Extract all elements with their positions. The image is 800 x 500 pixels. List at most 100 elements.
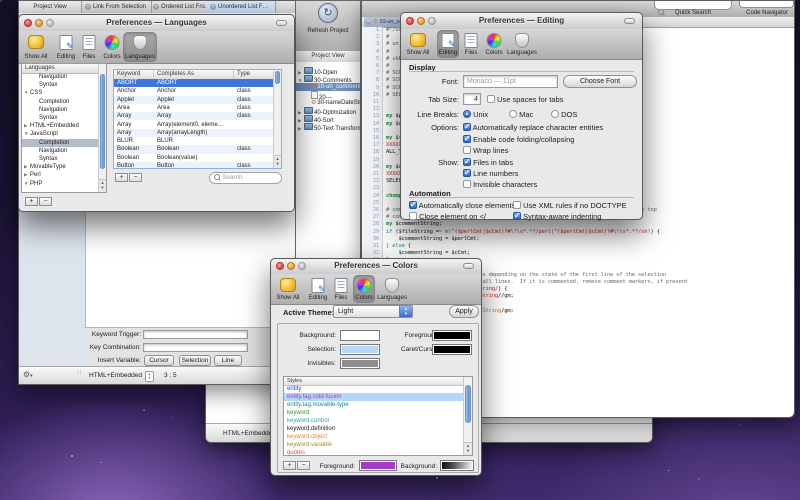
insert-cursor-button[interactable]: Cursor bbox=[144, 355, 174, 366]
language-list-item[interactable]: ▼PHP bbox=[22, 180, 98, 188]
tree-item[interactable]: ▶40-Sort bbox=[296, 115, 360, 123]
style-list-item[interactable]: entity bbox=[284, 385, 463, 393]
close-tab-icon[interactable]: × bbox=[153, 4, 159, 10]
toolbar-pill-button[interactable] bbox=[624, 18, 635, 24]
close-tab-icon[interactable]: × bbox=[366, 20, 371, 25]
choose-font-button[interactable]: Choose Font bbox=[563, 75, 637, 88]
column-header[interactable]: Keyword bbox=[114, 70, 154, 79]
column-header[interactable]: Completes As bbox=[154, 70, 234, 79]
styles-scrollbar[interactable]: ▲▼ bbox=[463, 377, 472, 455]
automation-checkbox[interactable]: Syntax-aware indenting bbox=[513, 212, 601, 221]
language-list-item[interactable]: ▼CSS bbox=[22, 89, 98, 97]
style-list-item[interactable]: keyword.object bbox=[284, 433, 463, 441]
gear-menu-icon[interactable]: ⚙▾ bbox=[23, 370, 33, 379]
tree-item[interactable]: ⚙30-nameDateStr bbox=[296, 99, 360, 107]
prefs-toolbar-item-languages[interactable]: Languages bbox=[123, 32, 157, 62]
caretcursor-swatch[interactable] bbox=[432, 344, 472, 355]
option-checkbox[interactable]: Wrap lines bbox=[463, 146, 508, 155]
tree-item[interactable]: 20--- bbox=[296, 91, 360, 99]
show-checkbox[interactable]: Files in tabs bbox=[463, 158, 513, 167]
languages-list-scrollbar[interactable]: ▲▼ bbox=[98, 64, 106, 192]
remove-language-button[interactable]: − bbox=[39, 197, 52, 206]
line-break-radio-unix[interactable]: Unix bbox=[463, 110, 488, 119]
toolbar-pill-button[interactable] bbox=[276, 20, 287, 26]
style-list-item[interactable]: entity.tag.cold-fusion bbox=[284, 393, 463, 401]
document-tab[interactable]: ×Link From Selection bbox=[81, 1, 152, 13]
style-list-item[interactable]: keyword.definition bbox=[284, 425, 463, 433]
scrollbar-arrows[interactable]: ▲▼ bbox=[274, 155, 281, 168]
option-checkbox[interactable]: Automatically replace character entities bbox=[463, 123, 603, 132]
language-list-item[interactable]: Syntax bbox=[22, 81, 98, 89]
document-tab[interactable]: ×Ordered List Fro… bbox=[149, 1, 209, 13]
tree-item[interactable]: ⚙10-un_comment bbox=[296, 83, 360, 91]
automation-checkbox[interactable]: Automatically close elements bbox=[409, 201, 515, 210]
document-tab[interactable]: ×Unordered List F… bbox=[206, 1, 276, 13]
style-foreground-swatch[interactable] bbox=[359, 460, 397, 471]
table-row[interactable]: AreaAreaclass bbox=[114, 104, 273, 112]
syntax-mode-popup[interactable]: HTML+Embedded▴▾ bbox=[89, 371, 154, 382]
line-break-radio-mac[interactable]: Mac bbox=[509, 110, 533, 119]
table-row[interactable]: AnchorAnchorclass bbox=[114, 87, 273, 95]
scrollbar-thumb[interactable] bbox=[465, 385, 471, 423]
add-language-button[interactable]: + bbox=[25, 197, 38, 206]
prefs-toolbar-item-showall[interactable]: Show All bbox=[21, 32, 51, 62]
show-checkbox[interactable]: Invisible characters bbox=[463, 180, 537, 189]
column-header[interactable]: Type bbox=[234, 70, 275, 79]
style-list-item[interactable]: keyword bbox=[284, 409, 463, 417]
apply-button[interactable]: Apply bbox=[449, 305, 479, 318]
style-list-item[interactable]: entity.tag.movable-type bbox=[284, 401, 463, 409]
line-break-radio-dos[interactable]: DOS bbox=[551, 110, 577, 119]
tree-item[interactable]: ▶40-Optimization bbox=[296, 107, 360, 115]
scrollbar-thumb[interactable] bbox=[275, 71, 280, 84]
style-list-item[interactable]: keyword.control bbox=[284, 417, 463, 425]
option-checkbox[interactable]: Enable code folding/collapsing bbox=[463, 135, 574, 144]
invisibles-swatch[interactable] bbox=[340, 358, 380, 369]
remove-keyword-button[interactable]: − bbox=[129, 173, 142, 182]
language-list-item[interactable]: ▶Perl bbox=[22, 171, 98, 179]
scrollbar-arrows[interactable]: ▲▼ bbox=[99, 179, 106, 192]
table-row[interactable]: ArrayArray(arrayLength) bbox=[114, 129, 273, 137]
prefs-toolbar-item-showall[interactable]: Show All bbox=[403, 30, 433, 58]
language-list-item[interactable]: Navigation bbox=[22, 106, 98, 114]
scrollbar-arrows[interactable]: ▲▼ bbox=[464, 442, 472, 455]
add-keyword-button[interactable]: + bbox=[115, 173, 128, 182]
tree-item[interactable]: ▼30-Comments bbox=[296, 75, 360, 83]
style-list-item[interactable]: quotes bbox=[284, 449, 463, 455]
pane-splitter-grip[interactable]: ⁞⁞ bbox=[77, 370, 82, 376]
language-list-item[interactable]: Navigation bbox=[22, 73, 98, 81]
foreground-swatch[interactable] bbox=[432, 330, 472, 341]
scrollbar-thumb[interactable] bbox=[100, 74, 105, 169]
close-tab-icon[interactable]: × bbox=[85, 4, 91, 10]
style-background-swatch[interactable] bbox=[440, 460, 474, 471]
table-row[interactable]: ABORTABORT bbox=[114, 79, 273, 87]
refresh-project-button[interactable]: ↻ Refresh Project bbox=[296, 1, 360, 49]
key-combination-input[interactable] bbox=[143, 343, 248, 352]
language-list-item[interactable]: Completion bbox=[22, 139, 98, 147]
code-navigator-button[interactable] bbox=[739, 1, 794, 8]
toolbar-pill-button[interactable] bbox=[463, 263, 474, 269]
table-row[interactable]: BooleanBooleanclass bbox=[114, 145, 273, 153]
selection-swatch[interactable] bbox=[340, 344, 380, 355]
style-list-item[interactable]: keyword.variable bbox=[284, 441, 463, 449]
background-swatch[interactable] bbox=[340, 330, 380, 341]
language-list-item[interactable]: Syntax bbox=[22, 155, 98, 163]
tree-item[interactable]: ▶10-Open bbox=[296, 67, 360, 75]
keyword-search-field[interactable]: Search bbox=[209, 172, 282, 184]
table-row[interactable]: BooleanBoolean(value) bbox=[114, 154, 273, 162]
language-list-item[interactable]: Navigation bbox=[22, 147, 98, 155]
tab-size-field[interactable]: 4 bbox=[463, 93, 481, 105]
prefs-toolbar-item-languages[interactable]: Languages bbox=[375, 275, 409, 303]
table-row[interactable]: AppletAppletclass bbox=[114, 96, 273, 104]
table-row[interactable]: ArrayArrayclass bbox=[114, 112, 273, 120]
language-list-item[interactable]: ▶MovableType bbox=[22, 163, 98, 171]
language-list-item[interactable]: ▶HTML+Embedded bbox=[22, 122, 98, 130]
use-spaces-checkbox[interactable]: Use spaces for tabs bbox=[487, 95, 563, 104]
insert-selection-button[interactable]: Selection bbox=[179, 355, 211, 366]
add-style-button[interactable]: + bbox=[283, 461, 296, 470]
table-row[interactable]: ArrayArray(element0, eleme… bbox=[114, 121, 273, 129]
language-list-item[interactable]: Syntax bbox=[22, 114, 98, 122]
insert-line-button[interactable]: Line bbox=[214, 355, 242, 366]
tree-item[interactable]: ▶50-Text Transform bbox=[296, 123, 360, 131]
language-list-item[interactable]: Completion bbox=[22, 98, 98, 106]
close-tab-icon[interactable]: × bbox=[210, 4, 216, 10]
